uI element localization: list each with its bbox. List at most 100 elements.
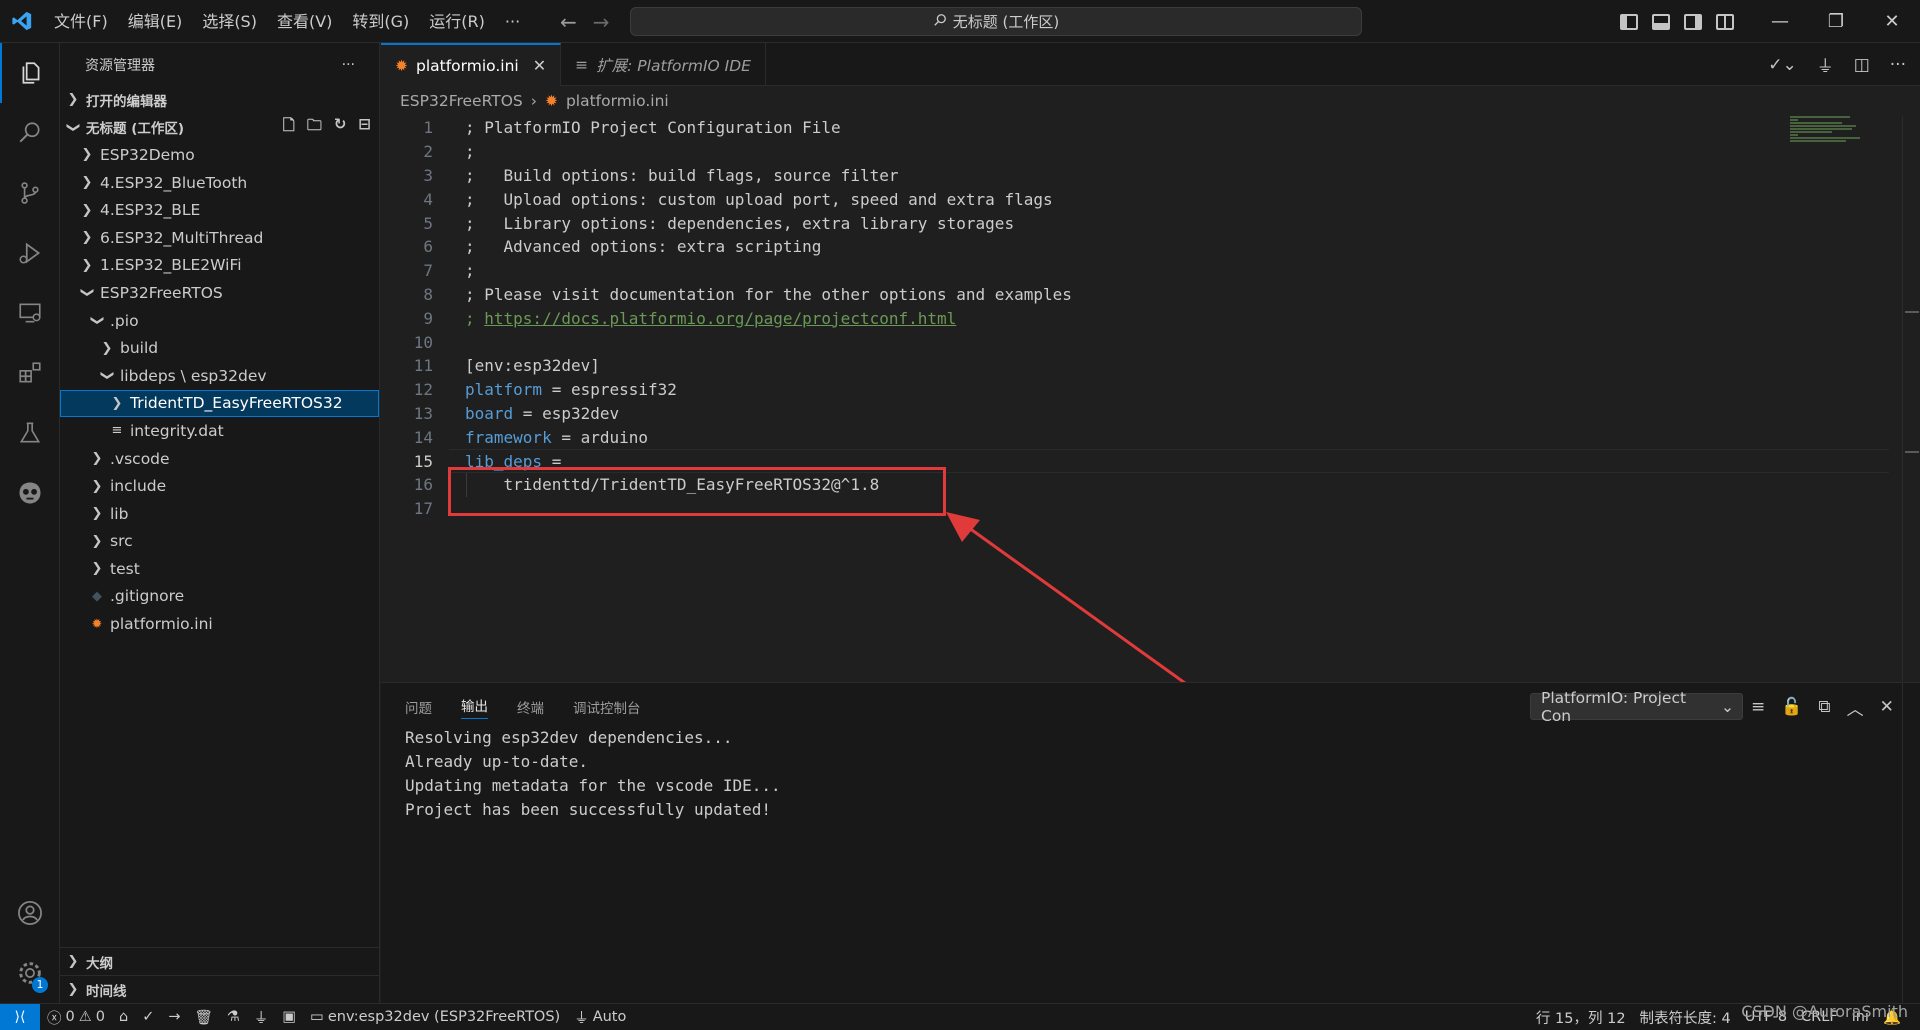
more-actions-icon[interactable]: ··· <box>1890 55 1906 75</box>
menu-go[interactable]: 转到(G) <box>342 0 419 43</box>
tree-folder[interactable]: ❯ 4.ESP32_BlueTooth <box>60 169 379 197</box>
explorer-icon[interactable] <box>0 43 60 103</box>
tree-folder[interactable]: ❯ src <box>60 528 379 556</box>
tree-folder[interactable]: ❯ lib <box>60 500 379 528</box>
chevron-right-icon: ❯ <box>67 92 79 108</box>
tree-folder[interactable]: ❯ .vscode <box>60 445 379 473</box>
workspace-section[interactable]: ❯ 无标题 (工作区) 🗋 🗀 ↻ ⊟ <box>60 114 379 142</box>
toggle-secondary-sidebar-icon[interactable] <box>1684 13 1702 30</box>
forward-arrow-icon[interactable]: → <box>593 10 610 34</box>
platformio-alien-icon[interactable] <box>0 463 60 523</box>
line-number: 15 <box>413 451 433 471</box>
restore-icon[interactable]: ❐ <box>1808 11 1864 32</box>
platformio-terminal-icon[interactable]: ▣ <box>275 1009 303 1025</box>
tab-output[interactable]: 输出 <box>461 695 488 719</box>
tree-folder-pio[interactable]: ❯ .pio <box>60 307 379 335</box>
platformio-test-icon[interactable]: ⚗ <box>220 1009 247 1025</box>
docs-link[interactable]: https://docs.platformio.org/page/project… <box>484 309 956 328</box>
lock-scroll-icon[interactable]: 🔓 <box>1781 697 1802 717</box>
maximize-panel-icon[interactable]: ︿ <box>1847 695 1864 720</box>
minimap[interactable] <box>1790 116 1860 156</box>
toggle-primary-sidebar-icon[interactable] <box>1620 13 1638 30</box>
tab-debug-console[interactable]: 调试控制台 <box>573 697 641 717</box>
menu-file[interactable]: 文件(F) <box>44 0 118 43</box>
testing-flask-icon[interactable] <box>0 403 60 463</box>
platformio-home-icon[interactable]: ⌂ <box>112 1009 135 1025</box>
tab-platformio-ini[interactable]: ✹ platformio.ini ✕ <box>381 43 562 86</box>
tab-terminal[interactable]: 终端 <box>517 697 544 717</box>
problems-status[interactable]: ⓧ 0 ⚠ 0 <box>40 1007 112 1028</box>
editor-scrollbar[interactable] <box>1902 116 1920 681</box>
menu-more[interactable]: ··· <box>495 0 530 43</box>
project-env-status[interactable]: ▭ env:esp32dev (ESP32FreeRTOS) <box>303 1009 567 1025</box>
refresh-icon[interactable]: ↻ <box>334 115 347 140</box>
platformio-build-check-icon[interactable]: ✓⌄ <box>1768 55 1797 75</box>
platformio-build-icon[interactable]: ✓ <box>135 1009 161 1025</box>
cursor-position[interactable]: 行 15，列 12 <box>1529 1007 1633 1028</box>
split-editor-icon[interactable]: ◫ <box>1854 55 1870 75</box>
tree-file[interactable]: ✹ platformio.ini <box>60 610 379 638</box>
close-window-icon[interactable]: ✕ <box>1864 11 1920 32</box>
customize-layout-icon[interactable] <box>1716 13 1734 30</box>
toggle-panel-icon[interactable] <box>1652 13 1670 30</box>
clear-output-icon[interactable]: ≡ <box>1751 697 1765 717</box>
platformio-upload-icon[interactable]: → <box>161 1009 187 1025</box>
port-auto-status[interactable]: ⏚ Auto <box>567 1007 633 1028</box>
platformio-monitor-icon[interactable]: ⏚ <box>247 1007 276 1028</box>
output-content[interactable]: Resolving esp32dev dependencies... Alrea… <box>405 726 781 822</box>
tree-folder[interactable]: ❯ ESP32Demo <box>60 141 379 169</box>
editor-tabs: ✹ platformio.ini ✕ ≡ 扩展: PlatformIO IDE … <box>381 43 1920 86</box>
extensions-icon[interactable] <box>0 343 60 403</box>
tree-file[interactable]: ◆ .gitignore <box>60 583 379 611</box>
tab-extension-platformio[interactable]: ≡ 扩展: PlatformIO IDE <box>561 43 766 86</box>
tree-folder-selected[interactable]: ❯ TridentTD_EasyFreeRTOS32 <box>60 389 379 418</box>
tree-folder[interactable]: ❯ test <box>60 555 379 583</box>
outline-section[interactable]: ❯ 大纲 <box>60 948 380 976</box>
collapse-all-icon[interactable]: ⊟ <box>358 115 371 140</box>
explorer-more-actions[interactable]: ··· <box>342 57 355 73</box>
panel-scrollbar[interactable] <box>1902 683 1920 1004</box>
menu-edit[interactable]: 编辑(E) <box>118 0 193 43</box>
code-line: 12 platform = espressif32 <box>381 378 1781 402</box>
menu-view[interactable]: 查看(V) <box>267 0 342 43</box>
tree-folder[interactable]: ❯ 1.ESP32_BLE2WiFi <box>60 252 379 280</box>
tree-label: 4.ESP32_BLE <box>100 201 201 220</box>
new-folder-icon[interactable]: 🗀 <box>307 115 322 140</box>
breadcrumb-folder[interactable]: ESP32FreeRTOS <box>400 92 523 110</box>
back-arrow-icon[interactable]: ← <box>560 10 577 34</box>
open-editors-label: 打开的编辑器 <box>86 93 167 110</box>
tree-folder[interactable]: ❯ build <box>60 334 379 362</box>
source-control-icon[interactable] <box>0 163 60 223</box>
minimize-icon[interactable]: — <box>1752 11 1808 32</box>
open-output-editor-icon[interactable]: ⧉ <box>1818 697 1830 717</box>
menu-selection[interactable]: 选择(S) <box>192 0 267 43</box>
tree-folder[interactable]: ❯ libdeps \ esp32dev <box>60 362 379 390</box>
new-file-icon[interactable]: 🗋 <box>283 115 295 140</box>
platformio-clean-icon[interactable]: 🗑 <box>188 1009 220 1026</box>
tree-folder[interactable]: ❯ 6.ESP32_MultiThread <box>60 224 379 252</box>
open-editors-section[interactable]: ❯ 打开的编辑器 <box>60 86 379 114</box>
remote-indicator-icon[interactable]: ⟩⟨ <box>0 1003 40 1030</box>
tree-folder-esp32freertos[interactable]: ❯ ESP32FreeRTOS <box>60 279 379 307</box>
tab-size[interactable]: 制表符长度: 4 <box>1633 1007 1738 1028</box>
output-channel-select[interactable]: PlatformIO: Project Con ⌄ <box>1530 689 1743 725</box>
close-tab-icon[interactable]: ✕ <box>533 56 546 75</box>
code-line: 8 ; Please visit documentation for the ot… <box>381 283 1781 307</box>
breadcrumb-file[interactable]: platformio.ini <box>566 92 669 110</box>
platformio-plug-icon[interactable]: ⏚ <box>1817 52 1834 77</box>
close-panel-icon[interactable]: ✕ <box>1880 697 1894 717</box>
breadcrumb: ESP32FreeRTOS › ✹ platformio.ini <box>381 86 669 116</box>
line-number: 14 <box>413 427 433 447</box>
settings-gear-icon[interactable]: 1 <box>0 943 60 1003</box>
timeline-section[interactable]: ❯ 时间线 <box>60 975 380 1003</box>
run-debug-icon[interactable] <box>0 223 60 283</box>
command-center-search[interactable]: 无标题 (工作区) <box>630 7 1362 36</box>
tree-folder[interactable]: ❯ include <box>60 472 379 500</box>
tree-folder[interactable]: ❯ 4.ESP32_BLE <box>60 196 379 224</box>
tree-file[interactable]: ≡ integrity.dat <box>60 417 379 445</box>
tab-problems[interactable]: 问题 <box>405 697 432 717</box>
search-view-icon[interactable] <box>0 103 60 163</box>
menu-run[interactable]: 运行(R) <box>419 0 495 43</box>
remote-explorer-icon[interactable] <box>0 283 60 343</box>
accounts-icon[interactable] <box>0 883 60 943</box>
